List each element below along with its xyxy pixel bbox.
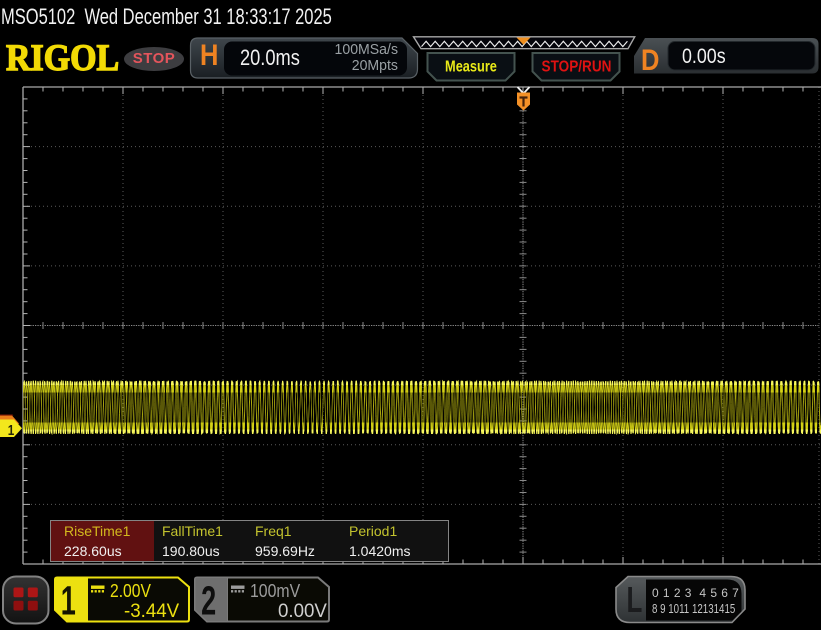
svg-text:2: 2 [201,579,216,624]
svg-text:1: 1 [61,579,76,624]
svg-text:L: L [627,580,643,620]
